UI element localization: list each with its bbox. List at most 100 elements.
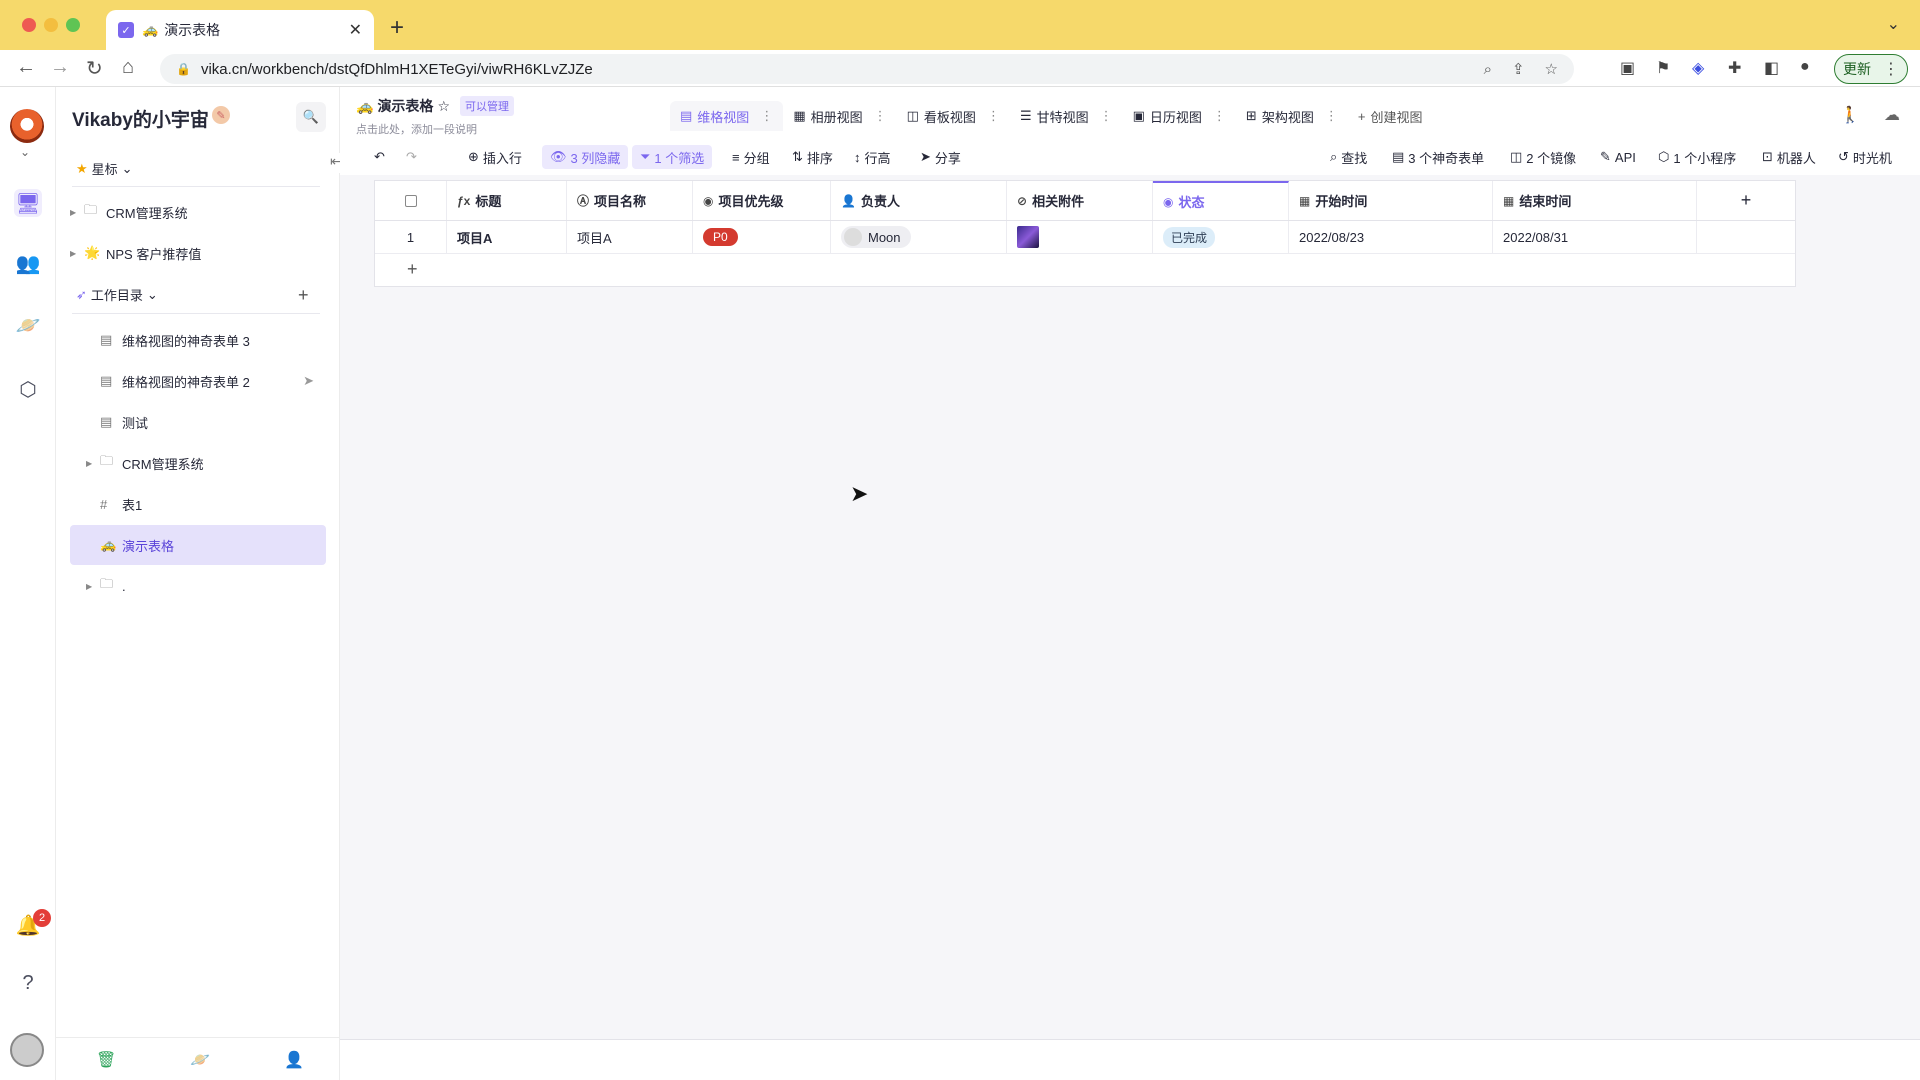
catalog-item-test[interactable]: ▤ 测试 (70, 402, 326, 442)
starred-item-crm[interactable]: ▶ 🗀 CRM管理系统 (70, 192, 326, 232)
redo-icon[interactable]: ↷ (402, 145, 421, 169)
invite-member-icon[interactable]: 👤 (284, 1050, 304, 1070)
tab-gallery-view[interactable]: ▦ 相册视图 ⋮ (783, 101, 896, 131)
trash-icon[interactable]: 🗑 (96, 1050, 116, 1070)
robot-button[interactable]: ⊡ 机器人 (1758, 145, 1820, 169)
window-zoom-button[interactable] (66, 18, 80, 32)
tab-gantt-view[interactable]: ☰ 甘特视图 ⋮ (1010, 101, 1123, 131)
widgets-button[interactable]: ⬡ 1 个小程序 (1654, 145, 1740, 169)
cell-attachment[interactable] (1007, 221, 1153, 253)
column-header-status[interactable]: ◉ 状态 (1153, 181, 1289, 220)
space-name[interactable]: Vikaby的小宇宙 (72, 105, 209, 132)
cell-priority[interactable]: P0 (693, 221, 831, 253)
side-panel-icon[interactable]: ◧ (1764, 58, 1779, 78)
reload-icon[interactable]: ↻ (86, 56, 103, 81)
window-minimize-button[interactable] (44, 18, 58, 32)
view-menu-icon[interactable]: ⋮ (874, 108, 887, 124)
datasheet-title[interactable]: 演示表格 (377, 96, 433, 116)
select-all-cell[interactable] (375, 181, 447, 220)
template-planet-icon[interactable]: 🪐 (190, 1050, 210, 1070)
extensions-puzzle-icon[interactable]: ✚ (1728, 58, 1741, 78)
favorite-star-icon[interactable]: ☆ (437, 98, 450, 115)
cell-end-date[interactable]: 2022/08/31 (1493, 221, 1697, 253)
catalog-section-toggle[interactable]: ➶ 工作目录 ⌄ (76, 285, 158, 304)
group-button[interactable]: ≡ 分组 (728, 145, 774, 169)
cell-status[interactable]: 已完成 (1153, 221, 1289, 253)
chrome-update-button[interactable]: 更新 ⋮ (1834, 54, 1908, 84)
starred-item-nps[interactable]: ▶ 🌟 NPS 客户推荐值 (70, 233, 326, 273)
add-node-button[interactable]: + (298, 285, 309, 306)
collaborator-avatar[interactable]: 🚶 (1840, 105, 1860, 125)
column-header-owner[interactable]: 👤 负责人 (831, 181, 1007, 220)
expand-arrow-icon[interactable]: ▶ (70, 208, 84, 217)
catalog-search-button[interactable]: 🔍 (296, 102, 326, 132)
catalog-item-form-3[interactable]: ▤ 维格视图的神奇表单 3 (70, 320, 326, 360)
share-page-icon[interactable]: ⇪ (1512, 60, 1525, 78)
column-header-name[interactable]: Ⓐ 项目名称 (567, 181, 693, 220)
cell-name[interactable]: 项目A (567, 221, 693, 253)
expand-arrow-icon[interactable]: ▶ (70, 249, 84, 258)
share-button[interactable]: ➤ 分享 (916, 145, 965, 169)
view-menu-icon[interactable]: ⋮ (987, 108, 1000, 124)
workbench-monitor-icon[interactable]: 🖥 (14, 189, 42, 217)
cell-start-date[interactable]: 2022/08/23 (1289, 221, 1493, 253)
bookmark-star-icon[interactable]: ☆ (1545, 60, 1558, 78)
timemachine-button[interactable]: ↺ 时光机 (1834, 145, 1896, 169)
tab-calendar-view[interactable]: ▣ 日历视图 ⋮ (1123, 101, 1236, 131)
address-bar[interactable]: 🔒 vika.cn/workbench/dstQfDhlmH1XETeGyi/v… (160, 54, 1574, 84)
cell-title[interactable]: 项目A (447, 221, 567, 253)
window-close-button[interactable] (22, 18, 36, 32)
table-row[interactable]: 1 项目A 项目A P0 Moon 已完成 2022/08/23 2022/08… (375, 221, 1795, 254)
tab-grid-view[interactable]: ▤ 维格视图 ⋮ (670, 101, 784, 131)
column-header-end[interactable]: ▦ 结束时间 (1493, 181, 1697, 220)
contacts-icon[interactable]: 👥 (14, 249, 42, 277)
settings-hexagon-icon[interactable]: ⬡ (14, 375, 42, 403)
column-header-priority[interactable]: ◉ 项目优先级 (693, 181, 831, 220)
tab-kanban-view[interactable]: ◫ 看板视图 ⋮ (897, 101, 1010, 131)
undo-icon[interactable]: ↶ (370, 145, 389, 169)
view-menu-icon[interactable]: ⋮ (760, 108, 773, 124)
sort-button[interactable]: ⇅ 排序 (788, 145, 837, 169)
back-icon[interactable]: ← (16, 56, 36, 79)
help-icon[interactable]: ? (14, 969, 42, 997)
datasheet-description[interactable]: 点击此处，添加一段说明 (356, 121, 477, 137)
new-tab-button[interactable]: + (390, 14, 404, 42)
row-index[interactable]: 1 (375, 221, 447, 253)
column-header-attachment[interactable]: ⊘ 相关附件 (1007, 181, 1153, 220)
api-button[interactable]: ✎ API (1596, 145, 1640, 169)
hidden-fields-button[interactable]: 👁 3 列隐藏 (542, 145, 629, 169)
catalog-item-form-2[interactable]: ▤ 维格视图的神奇表单 2 ➤ (70, 361, 326, 401)
tab-orgchart-view[interactable]: ⊞ 架构视图 ⋮ (1236, 101, 1348, 131)
create-view-button[interactable]: + 创建视图 (1348, 101, 1433, 131)
close-tab-icon[interactable]: ✕ (349, 20, 362, 40)
catalog-item-table-1[interactable]: # 表1 (70, 484, 326, 524)
view-menu-icon[interactable]: ⋮ (1213, 108, 1226, 124)
extension-vika-icon[interactable]: ◈ (1692, 58, 1704, 78)
expand-arrow-icon[interactable]: ▶ (86, 582, 100, 591)
catalog-item-demo-sheet[interactable]: 🚕 演示表格 (70, 525, 326, 565)
home-icon[interactable]: ⌂ (122, 56, 134, 79)
zoom-icon[interactable]: ⌕ (1484, 61, 1492, 78)
tab-search-chevron-icon[interactable]: ⌄ (1887, 14, 1900, 34)
row-height-button[interactable]: ↕ 行高 (850, 145, 895, 169)
browser-tab[interactable]: ✓ 🚕 演示表格 ✕ (106, 10, 374, 50)
view-menu-icon[interactable]: ⋮ (1325, 108, 1338, 124)
add-column-button[interactable]: + (1697, 181, 1795, 220)
starred-section-toggle[interactable]: ★ 星标 ⌄ (76, 159, 133, 178)
space-switch-chevron-icon[interactable]: ⌄ (20, 145, 30, 159)
extension-flag-icon[interactable]: ⚑ (1656, 58, 1670, 78)
catalog-item-crm-folder[interactable]: ▶ 🗀 CRM管理系统 (70, 443, 326, 483)
add-record-button[interactable]: + (407, 259, 418, 280)
extension-image-icon[interactable]: ▣ (1620, 58, 1635, 78)
expand-arrow-icon[interactable]: ▶ (86, 459, 100, 468)
filter-button[interactable]: ⏷ 1 个筛选 (632, 145, 713, 169)
user-avatar[interactable] (10, 1033, 44, 1067)
forms-button[interactable]: ▤ 3 个神奇表单 (1388, 145, 1488, 169)
kebab-menu-icon[interactable]: ⋮ (1883, 59, 1899, 79)
cell-owner[interactable]: Moon (831, 221, 1007, 253)
profile-avatar-icon[interactable]: ● (1800, 58, 1810, 76)
select-all-checkbox[interactable] (404, 194, 417, 207)
attachment-thumbnail[interactable] (1017, 226, 1039, 248)
mirrors-button[interactable]: ◫ 2 个镜像 (1506, 145, 1580, 169)
insert-row-button[interactable]: ⊕ 插入行 (464, 145, 526, 169)
